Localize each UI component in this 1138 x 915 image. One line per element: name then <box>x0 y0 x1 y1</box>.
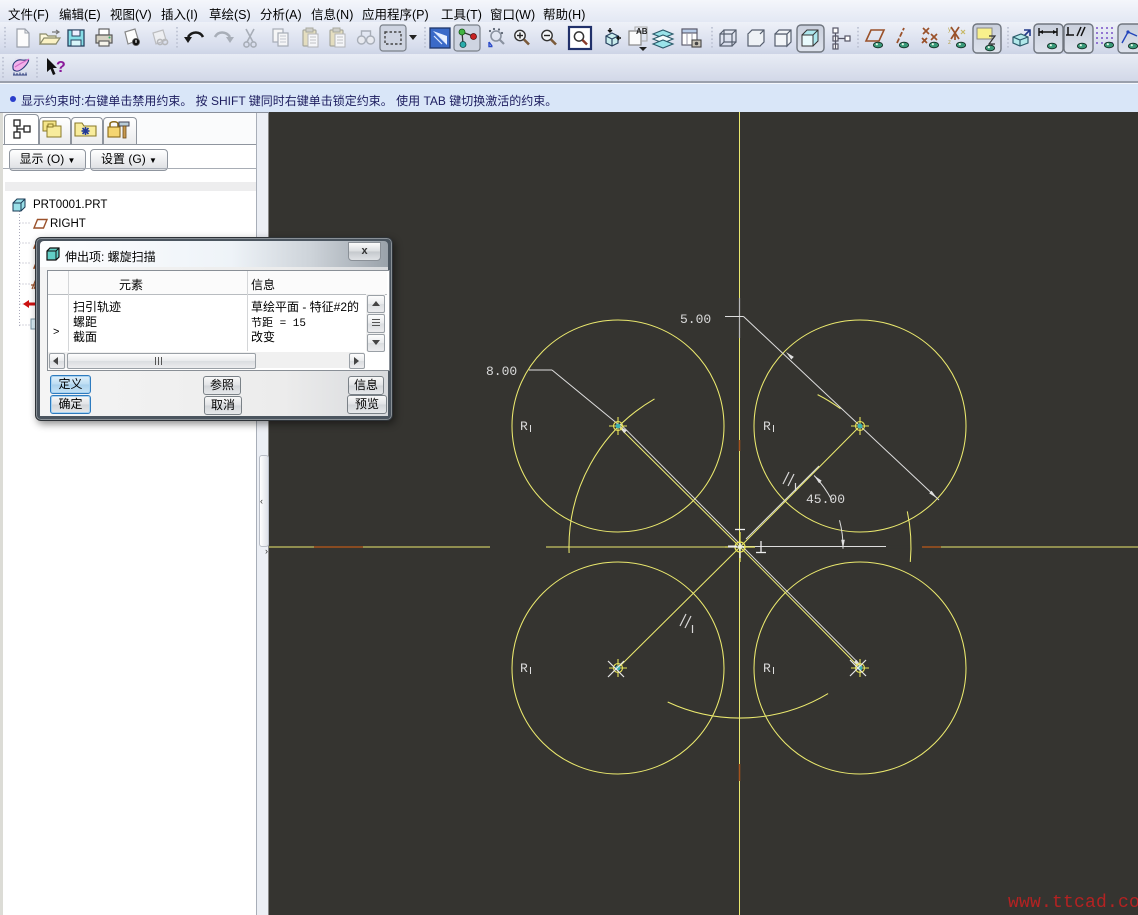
svg-text:45.00: 45.00 <box>806 492 845 507</box>
svg-text:AB: AB <box>636 27 648 36</box>
svg-text:R: R <box>520 661 528 676</box>
svg-text:R: R <box>763 419 771 434</box>
svg-text:z: z <box>948 40 951 46</box>
svg-text:R: R <box>520 419 528 434</box>
svg-text:8.00: 8.00 <box>486 364 517 379</box>
svg-text:R: R <box>763 661 771 676</box>
svg-text:?: ? <box>56 59 66 76</box>
svg-text:5.00: 5.00 <box>680 312 711 327</box>
svg-text:y: y <box>948 27 951 33</box>
